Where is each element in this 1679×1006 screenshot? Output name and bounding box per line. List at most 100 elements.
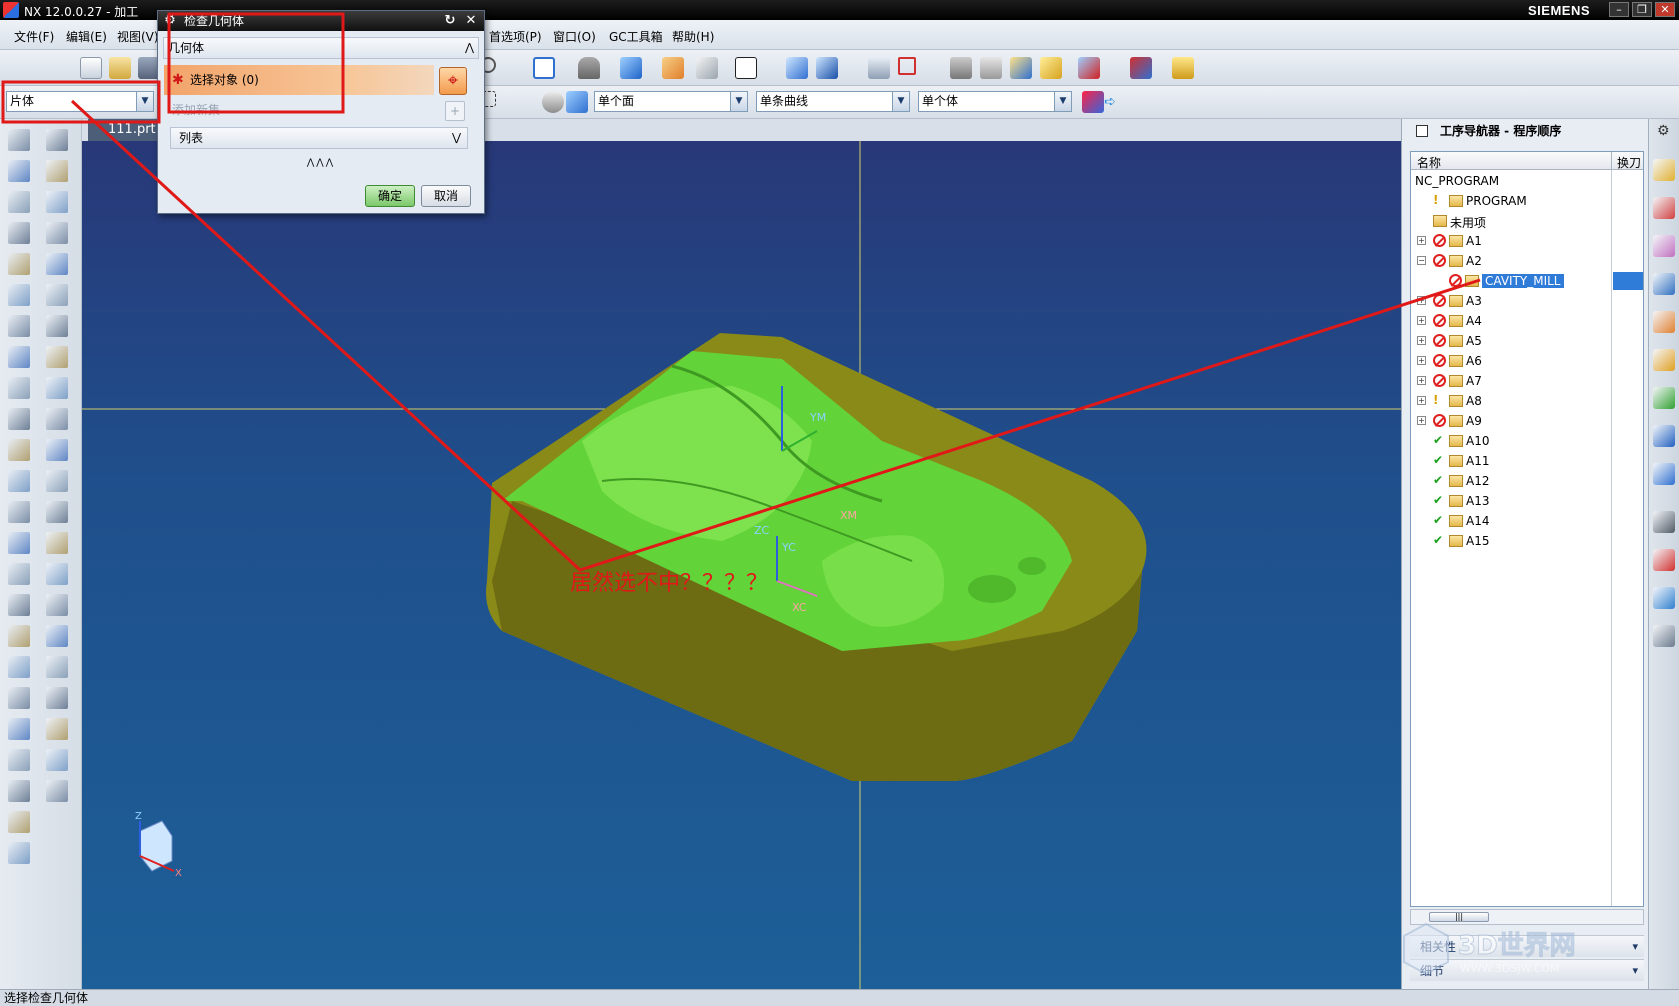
- operation-tool-icon[interactable]: [8, 749, 30, 771]
- menu-edit[interactable]: 编辑(E): [66, 28, 107, 45]
- operation-tool-icon[interactable]: [8, 408, 30, 430]
- background-color-icon[interactable]: [735, 57, 757, 79]
- reset-icon[interactable]: ↻: [442, 13, 458, 29]
- body-rule-select[interactable]: 单个体 ▼: [918, 91, 1072, 112]
- operation-tool-icon[interactable]: [46, 191, 68, 213]
- resource-tab-icon[interactable]: [1653, 273, 1675, 295]
- tree-row[interactable]: ✔ A12: [1411, 471, 1643, 491]
- resource-tab-icon[interactable]: [1653, 235, 1675, 257]
- resource-tab-icon[interactable]: [1653, 549, 1675, 571]
- operation-tool-icon[interactable]: [8, 222, 30, 244]
- operation-tool-icon[interactable]: [8, 563, 30, 585]
- ok-button[interactable]: 确定: [365, 185, 415, 207]
- select-object-row[interactable]: ✱ 选择对象 (0): [164, 65, 434, 95]
- operation-tool-icon[interactable]: [46, 594, 68, 616]
- tree-row[interactable]: CAVITY_MILL: [1411, 271, 1643, 291]
- arrow-right-icon[interactable]: ➪: [1104, 94, 1118, 110]
- tree-row[interactable]: + A4: [1411, 311, 1643, 331]
- select-all-icon[interactable]: [542, 91, 564, 113]
- operation-tool-icon[interactable]: [46, 501, 68, 523]
- snap-point-icon[interactable]: [1082, 91, 1104, 113]
- wcs-icon[interactable]: [868, 57, 890, 79]
- operation-tool-icon[interactable]: [8, 811, 30, 833]
- snap-icon[interactable]: [1010, 57, 1032, 79]
- gear-icon[interactable]: ⚙: [1657, 123, 1670, 139]
- operation-tool-icon[interactable]: [8, 625, 30, 647]
- operation-tool-icon[interactable]: [46, 160, 68, 182]
- expand-toggle-icon[interactable]: +: [1417, 336, 1426, 345]
- expand-toggle-icon[interactable]: +: [1417, 296, 1426, 305]
- expand-toggle-icon[interactable]: +: [1417, 356, 1426, 365]
- tree-row[interactable]: ✔ A14: [1411, 511, 1643, 531]
- tree-row[interactable]: ✔ A10: [1411, 431, 1643, 451]
- resource-tab-icon[interactable]: [1653, 349, 1675, 371]
- resource-tab-icon[interactable]: [1653, 625, 1675, 647]
- operation-tool-icon[interactable]: [8, 284, 30, 306]
- resource-tab-icon[interactable]: [1653, 159, 1675, 181]
- shaded-view-icon[interactable]: [620, 57, 642, 79]
- resource-tab-icon[interactable]: [1653, 311, 1675, 333]
- tree-row[interactable]: + A1: [1411, 231, 1643, 251]
- operation-tool-icon[interactable]: [8, 439, 30, 461]
- operation-tool-icon[interactable]: [8, 160, 30, 182]
- measure-icon[interactable]: [898, 57, 916, 75]
- expand-toggle-icon[interactable]: +: [1417, 316, 1426, 325]
- operation-tool-icon[interactable]: [8, 346, 30, 368]
- resource-tab-icon[interactable]: [1653, 463, 1675, 485]
- operation-tool-icon[interactable]: [8, 315, 30, 337]
- tree-row[interactable]: + A7: [1411, 371, 1643, 391]
- hide-icon[interactable]: [950, 57, 972, 79]
- operation-tool-icon[interactable]: [46, 439, 68, 461]
- dialog-menu-icon[interactable]: ⚙: [162, 13, 178, 29]
- operation-tool-icon[interactable]: [46, 253, 68, 275]
- column-name-header[interactable]: 名称: [1417, 154, 1441, 171]
- operation-tool-icon[interactable]: [8, 501, 30, 523]
- tree-row[interactable]: − A2: [1411, 251, 1643, 271]
- operation-tool-icon[interactable]: [46, 656, 68, 678]
- operation-tool-icon[interactable]: [46, 129, 68, 151]
- cancel-button[interactable]: 取消: [421, 185, 471, 207]
- operation-tool-icon[interactable]: [8, 718, 30, 740]
- operation-tool-icon[interactable]: [46, 346, 68, 368]
- open-file-icon[interactable]: [109, 57, 131, 79]
- operation-tool-icon[interactable]: [8, 377, 30, 399]
- curve-rule-select[interactable]: 单条曲线 ▼: [756, 91, 910, 112]
- operation-tool-icon[interactable]: [46, 625, 68, 647]
- tree-row[interactable]: ✔ A15: [1411, 531, 1643, 551]
- point-tool-icon[interactable]: [1130, 57, 1152, 79]
- tree-row[interactable]: + A6: [1411, 351, 1643, 371]
- menu-file[interactable]: 文件(F): [14, 28, 54, 45]
- ruler-icon[interactable]: [1172, 57, 1194, 79]
- dialog-close-icon[interactable]: ✕: [463, 13, 479, 29]
- operation-tool-icon[interactable]: [46, 780, 68, 802]
- navigator-tree[interactable]: 名称 换刀 NC_PROGRAM! PROGRAM 未用项 + A1 − A2 CAVITY_…: [1410, 151, 1644, 907]
- feature-select-icon[interactable]: [566, 91, 588, 113]
- crosshair-select-button[interactable]: ⌖: [439, 67, 467, 95]
- operation-tool-icon[interactable]: [46, 563, 68, 585]
- new-file-icon[interactable]: [80, 57, 102, 79]
- resource-tab-icon[interactable]: [1653, 587, 1675, 609]
- operation-tool-icon[interactable]: [46, 470, 68, 492]
- navigator-pin-checkbox[interactable]: [1416, 125, 1428, 137]
- operation-tool-icon[interactable]: [46, 315, 68, 337]
- operation-tool-icon[interactable]: [8, 687, 30, 709]
- display-part-icon[interactable]: [786, 57, 808, 79]
- menu-preferences[interactable]: 首选项(P): [489, 28, 542, 45]
- face-rule-select[interactable]: 单个面 ▼: [594, 91, 748, 112]
- tree-row[interactable]: + A5: [1411, 331, 1643, 351]
- light-icon[interactable]: [1040, 57, 1062, 79]
- operation-tool-icon[interactable]: [8, 532, 30, 554]
- menu-help[interactable]: 帮助(H): [672, 28, 714, 45]
- resource-tab-icon[interactable]: [1653, 197, 1675, 219]
- resource-tab-icon[interactable]: [1653, 511, 1675, 533]
- expand-toggle-icon[interactable]: −: [1417, 256, 1426, 265]
- operation-tool-icon[interactable]: [46, 377, 68, 399]
- operation-tool-icon[interactable]: [46, 222, 68, 244]
- operation-tool-icon[interactable]: [8, 842, 30, 864]
- operation-tool-icon[interactable]: [46, 532, 68, 554]
- more-options-toggle[interactable]: ⋀⋀⋀: [163, 157, 479, 169]
- file-tab[interactable]: 111.prt: [88, 119, 162, 141]
- tree-row[interactable]: ✔ A11: [1411, 451, 1643, 471]
- operation-tool-icon[interactable]: [46, 749, 68, 771]
- minimize-button[interactable]: –: [1609, 2, 1629, 17]
